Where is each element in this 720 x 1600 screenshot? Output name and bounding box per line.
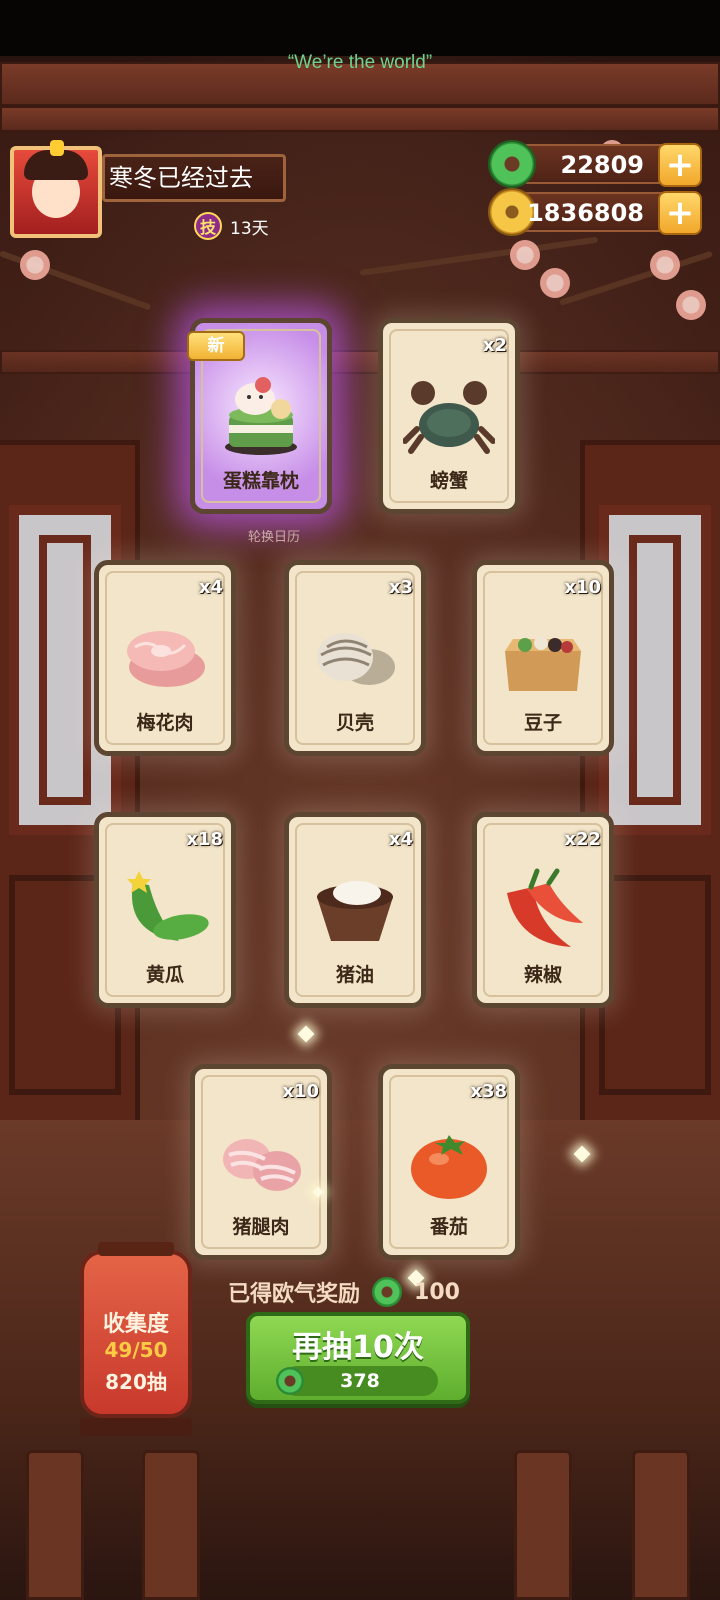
card-count: x2 [482, 335, 507, 356]
skill-badge-icon: 技 [194, 212, 222, 240]
wall-beam [0, 350, 720, 374]
card-count: x4 [388, 829, 413, 850]
beans-box-icon [505, 636, 581, 691]
collection-draws: 820抽 [105, 1370, 167, 1394]
right-door [580, 440, 720, 1130]
result-card[interactable]: x4 梅花肉 [94, 560, 236, 756]
pork-leg-icon [223, 1139, 301, 1191]
jade-currency: 22809 + [488, 140, 702, 188]
skill-days: 13天 [230, 218, 269, 239]
game-scene: “We’re the world” 寒冬已经过去 技 13天 22809 + 1… [0, 0, 720, 1600]
card-count: x10 [282, 1081, 319, 1102]
collection-progress: 49/50 [104, 1338, 168, 1362]
skill-status[interactable]: 技 13天 [194, 212, 269, 240]
jade-amount: 22809 [560, 151, 645, 179]
result-card[interactable]: x2 螃蟹 [378, 318, 520, 514]
card-count: x18 [186, 829, 223, 850]
result-card[interactable]: x10 豆子 [472, 560, 614, 756]
card-count: x22 [564, 829, 601, 850]
result-card[interactable]: x18 黄瓜 [94, 812, 236, 1008]
status-bar [0, 0, 720, 56]
result-card[interactable]: x22 辣椒 [472, 812, 614, 1008]
card-label: 螃蟹 [429, 470, 468, 492]
redraw-cost-value: 378 [340, 1370, 380, 1392]
railing-post [26, 1450, 84, 1600]
calendar-label: 轮换日历 [248, 530, 301, 545]
result-card[interactable]: x4 猪油 [284, 812, 426, 1008]
pork-shoulder-icon [127, 631, 205, 687]
redraw-label: 再抽10次 [292, 1330, 424, 1365]
add-jade-button[interactable]: + [658, 143, 702, 187]
railing-post [514, 1450, 572, 1600]
coin-currency: 1836808 + [488, 188, 702, 236]
collection-title: 收集度 [102, 1312, 169, 1337]
result-card[interactable]: x10 猪腿肉 [190, 1064, 332, 1260]
card-label: 蛋糕靠枕 [222, 470, 299, 492]
left-door [0, 440, 140, 1130]
collection-lantern[interactable]: 收集度 49/50 820抽 [80, 1242, 192, 1436]
now-playing-text: “We’re the world” [287, 52, 433, 73]
tomato-icon [411, 1135, 487, 1199]
crab-icon [403, 381, 495, 454]
chili-icon [507, 868, 583, 947]
luck-reward: 已得欧气奖励 100 [228, 1276, 460, 1308]
new-tag: 新 [187, 331, 245, 361]
blossom-icon [510, 240, 540, 270]
blossom-icon [20, 250, 50, 280]
card-count: x3 [388, 577, 413, 598]
card-count: x4 [198, 577, 223, 598]
result-card[interactable]: 新 蛋糕靠枕 [187, 318, 332, 514]
railing-post [632, 1450, 690, 1600]
shell-icon [317, 633, 395, 685]
blossom-icon [676, 290, 706, 320]
redraw-10-button[interactable]: 再抽10次 378 [246, 1312, 470, 1404]
blossom-icon [540, 268, 570, 298]
result-card[interactable]: x38 番茄 [378, 1064, 520, 1260]
blossom-icon [650, 250, 680, 280]
jade-icon [372, 1277, 403, 1307]
railing-post [142, 1450, 200, 1600]
card-count: x10 [564, 577, 601, 598]
add-coin-button[interactable]: + [658, 191, 702, 235]
coin-amount: 1836808 [527, 199, 644, 227]
card-label: 黄瓜 [145, 964, 184, 986]
lard-bowl-icon [317, 881, 393, 941]
sparkle [297, 1025, 315, 1043]
card-label: 豆子 [523, 712, 562, 734]
jade-icon [276, 1367, 304, 1395]
reward-label: 已得欧气奖励 [228, 1282, 361, 1307]
cake-pillow-icon [225, 377, 297, 455]
jade-icon [488, 140, 536, 188]
redraw-cost: 378 [276, 1366, 438, 1396]
card-label: 猪腿肉 [232, 1216, 290, 1238]
card-label: 贝壳 [335, 712, 374, 734]
card-label: 番茄 [429, 1216, 468, 1238]
card-label: 梅花肉 [136, 712, 194, 734]
player-avatar[interactable] [10, 140, 102, 238]
roof-beam [0, 106, 720, 132]
result-card[interactable]: x3 贝壳 [284, 560, 426, 756]
cucumber-icon [127, 871, 209, 941]
card-label: 猪油 [335, 964, 374, 986]
card-count: x38 [470, 1081, 507, 1102]
reward-amount: 100 [414, 1279, 460, 1305]
player-name: 寒冬已经过去 [102, 154, 286, 202]
card-label: 辣椒 [523, 964, 562, 986]
